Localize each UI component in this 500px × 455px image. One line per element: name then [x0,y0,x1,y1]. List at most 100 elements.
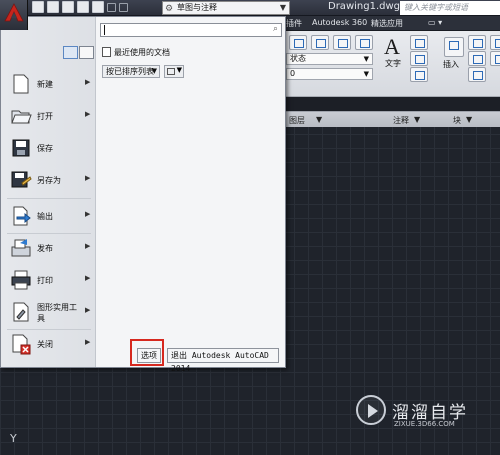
options-highlight-box [130,339,164,366]
open-folder-icon [11,110,32,124]
chevron-down-icon: ▼ [414,115,421,124]
play-logo-icon [356,395,386,425]
panel-title-annotation[interactable]: 注释 [393,115,409,126]
menu-search-input[interactable]: ⌕ [100,23,282,37]
chevron-down-icon: ▼ [363,55,369,63]
layer-tool-icon[interactable] [311,35,329,50]
tab-plugins[interactable]: 插件 [286,18,302,29]
menu-item-label: 打印 [37,276,53,285]
search-input[interactable]: 键入关键字或短语 [400,1,500,15]
recent-documents-label: 最近使用的文档 [114,48,170,57]
new-file-icon [13,74,29,94]
submenu-arrow-icon: ▶ [85,242,91,250]
icon-view-icon [167,68,175,75]
block-tool-icon[interactable] [468,51,486,66]
layer-value: 0 [290,69,296,78]
publish-icon [11,239,31,257]
chevron-down-icon: ▼ [176,66,182,74]
qat-saveas-icon[interactable] [77,1,89,13]
tab-featured-apps[interactable]: 精选应用 [371,18,403,29]
menu-item-save-as[interactable]: 另存为 ▶ [1,163,96,199]
text-tool-label: 文字 [385,59,401,68]
qat-new-icon[interactable] [32,1,44,13]
save-disk-icon [12,139,30,157]
layer-tool-icon[interactable] [355,35,373,50]
submenu-arrow-icon: ▶ [85,306,91,314]
save-as-icon [11,171,32,188]
autocad-logo-icon [4,3,24,22]
recent-documents-title: 最近使用的文档 [102,47,170,58]
chevron-down-icon: ▼ [279,3,286,12]
layer-tool-icon[interactable] [333,35,351,50]
display-mode-dropdown[interactable]: ▼ [164,65,184,78]
application-menu-button[interactable] [0,0,28,30]
layer-tool-icon[interactable] [289,35,307,50]
menu-item-label: 输出 [37,212,53,221]
menu-item-print[interactable]: 打印 ▶ [1,263,96,299]
menu-item-label: 发布 [37,244,53,253]
ribbon-options-icon[interactable]: ▭ ▾ [428,18,442,27]
recent-documents-panel: ⌕ 最近使用的文档 按已排序列表 ▼ ▼ [97,17,285,367]
open-documents-icon[interactable] [63,46,78,59]
layer-state-dropdown[interactable]: 状态 ▼ [286,53,373,65]
submenu-arrow-icon: ▶ [85,78,91,86]
table-icon[interactable] [410,67,428,82]
exit-autocad-button[interactable]: 退出 Autodesk AutoCAD 2014 [167,348,279,373]
block-tool-icon[interactable] [490,35,500,50]
chevron-down-icon: ▼ [363,70,369,78]
menu-item-open[interactable]: 打开 ▶ [1,99,96,135]
undo-icon[interactable] [107,3,116,12]
search-icon: ⌕ [272,24,278,34]
close-file-icon [12,334,31,355]
insert-block-icon[interactable] [444,37,464,57]
chevron-down-icon: ▼ [316,115,323,124]
qat-save-icon[interactable] [62,1,74,13]
menu-item-label: 另存为 [37,176,61,185]
panel-title-block[interactable]: 块 [453,115,461,126]
workspace-switcher[interactable]: ⚙ 草图与注释 ▼ [162,1,290,15]
qat-open-icon[interactable] [47,1,59,13]
submenu-arrow-icon: ▶ [85,210,91,218]
menu-item-label: 打开 [37,112,53,121]
insert-label: 插入 [443,60,459,69]
menu-item-label: 关闭 [37,340,53,349]
view-toggle [63,46,94,59]
watermark-url: ZIXUE.3D66.COM [394,420,455,428]
dimension-icon[interactable] [410,35,428,50]
ucs-y-axis-label: Y [10,432,17,445]
workspace-label: 草图与注释 [177,3,217,12]
text-tool-icon[interactable]: A [384,34,400,60]
menu-item-new[interactable]: 新建 ▶ [1,67,96,103]
block-tool-icon[interactable] [468,35,486,50]
quick-access-toolbar [32,1,128,15]
menu-item-drawing-utilities[interactable]: 图形实用工具 ▶ [1,295,96,331]
chevron-down-icon: ▼ [466,115,473,124]
menu-item-publish[interactable]: 发布 ▶ [1,231,96,267]
menu-item-save[interactable]: 保存 [1,131,96,167]
panel-title-layers[interactable]: 图层 [289,115,305,126]
submenu-arrow-icon: ▶ [85,110,91,118]
submenu-arrow-icon: ▶ [85,274,91,282]
tab-autodesk-360[interactable]: Autodesk 360 [312,18,367,27]
submenu-arrow-icon: ▶ [85,174,91,182]
menu-item-close[interactable]: 关闭 ▶ [1,327,96,363]
menu-item-label: 图形实用工具 [37,303,77,323]
document-title: Drawing1.dwg [328,1,400,12]
chevron-down-icon: ▼ [151,67,157,75]
printer-icon [11,270,31,290]
menu-item-export[interactable]: 输出 ▶ [1,199,96,235]
text-caret [104,25,105,35]
qat-print-icon[interactable] [92,1,104,13]
redo-icon[interactable] [119,3,128,12]
recent-documents-icon[interactable] [79,46,94,59]
sort-order-dropdown[interactable]: 按已排序列表 ▼ [102,65,160,78]
leader-icon[interactable] [410,51,428,66]
sort-order-value: 按已排序列表 [106,67,154,76]
drawing-utilities-icon [13,302,29,322]
application-menu-commands: 新建 ▶ 打开 ▶ 保存 另存为 ▶ 输出 ▶ 发布 ▶ 打印 ▶ 图形实用工具… [1,17,96,367]
block-tool-icon[interactable] [490,51,500,66]
layer-dropdown[interactable]: 0 ▼ [286,68,373,80]
gear-icon: ⚙ [165,4,174,14]
block-tool-icon[interactable] [468,67,486,82]
submenu-arrow-icon: ▶ [85,338,91,346]
